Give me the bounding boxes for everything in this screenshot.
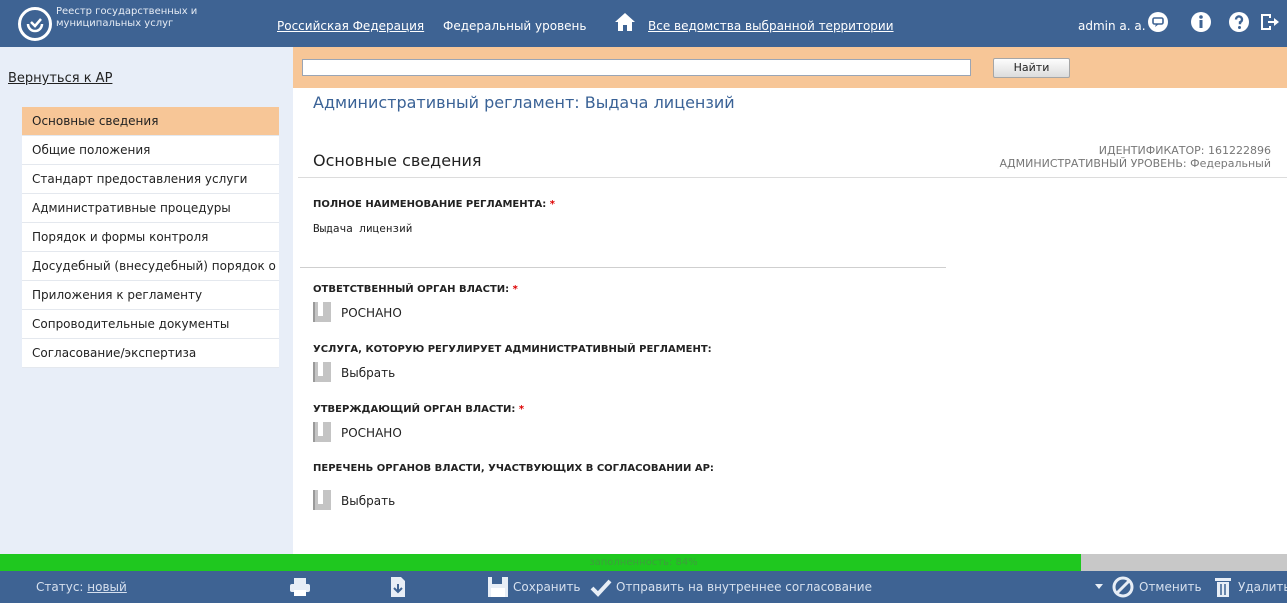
sidebar-item-documents[interactable]: Сопроводительные документы	[22, 310, 279, 339]
agreement-label: ПЕРЕЧЕНЬ ОРГАНОВ ВЛАСТИ, УЧАСТВУЮЩИХ В С…	[313, 463, 714, 474]
sidebar-nav: Основные сведения Общие положения Станда…	[22, 107, 279, 368]
service-label: УСЛУГА, КОТОРУЮ РЕГУЛИРУЕТ АДМИНИСТРАТИВ…	[313, 344, 712, 355]
identifier: ИДЕНТИФИКАТОР: 161222896	[1098, 144, 1271, 157]
send-for-approval-button[interactable]: Отправить на внутреннее согласование	[616, 580, 872, 594]
search-button[interactable]: Найти	[993, 58, 1070, 78]
app-title: Реестр государственных и муниципальных у…	[56, 6, 198, 29]
service-select[interactable]: Выбрать	[341, 366, 395, 380]
status-value[interactable]: новый	[87, 580, 127, 594]
agreement-select[interactable]: Выбрать	[341, 494, 395, 508]
home-icon[interactable]	[614, 11, 636, 33]
check-icon[interactable]	[590, 576, 612, 598]
approving-label: УТВЕРЖДАЮЩИЙ ОРГАН ВЛАСТИ: *	[313, 404, 525, 415]
trash-icon[interactable]	[1213, 576, 1233, 598]
book-icon[interactable]	[313, 302, 331, 322]
sidebar-item-control[interactable]: Порядок и формы контроля	[22, 223, 279, 252]
bottom-toolbar: Статус: новый Сохранить Отправить на вну…	[0, 571, 1287, 603]
page-title: Административный регламент: Выдача лицен…	[313, 93, 735, 112]
info-icon[interactable]	[1190, 11, 1212, 33]
approving-value: РОСНАНО	[341, 426, 402, 440]
logo-icon[interactable]	[18, 7, 52, 41]
chevron-down-icon[interactable]	[1094, 583, 1104, 591]
save-icon[interactable]	[487, 576, 509, 598]
sidebar-item-approval[interactable]: Согласование/экспертиза	[22, 339, 279, 368]
cancel-icon[interactable]	[1112, 576, 1134, 598]
sidebar-item-service-standard[interactable]: Стандарт предоставления услуги	[22, 165, 279, 194]
search-bar: Найти	[293, 47, 1287, 88]
export-icon[interactable]	[388, 576, 408, 598]
sidebar-item-basic-info[interactable]: Основные сведения	[22, 107, 279, 136]
sidebar-item-admin-procedures[interactable]: Административные процедуры	[22, 194, 279, 223]
full-name-value[interactable]: Выдача лицензий	[313, 222, 412, 235]
field-divider	[300, 267, 946, 268]
full-name-label: ПОЛНОЕ НАИМЕНОВАНИЕ РЕГЛАМЕНТА: *	[313, 199, 555, 210]
agencies-link[interactable]: Все ведомства выбранной территории	[648, 19, 894, 33]
status-label: Статус:	[36, 580, 84, 594]
sidebar: Вернуться к АР Основные сведения Общие п…	[0, 47, 293, 554]
section-title: Основные сведения	[313, 151, 482, 170]
delete-button[interactable]: Удалить	[1238, 580, 1287, 594]
top-bar: Реестр государственных и муниципальных у…	[0, 0, 1287, 47]
responsible-value: РОСНАНО	[341, 306, 402, 320]
chat-icon[interactable]	[1147, 11, 1169, 33]
sidebar-item-general-provisions[interactable]: Общие положения	[22, 136, 279, 165]
cancel-button[interactable]: Отменить	[1139, 580, 1202, 594]
sidebar-item-pretrial[interactable]: Досудебный (внесудебный) порядок о	[22, 252, 279, 281]
book-icon[interactable]	[313, 362, 331, 382]
book-icon[interactable]	[313, 422, 331, 442]
completion-progress: заполненность: 84%	[0, 554, 1287, 571]
back-to-ar-link[interactable]: Вернуться к АР	[8, 71, 112, 86]
logout-icon[interactable]	[1258, 11, 1280, 33]
level-label[interactable]: Федеральный уровень	[443, 19, 586, 33]
meta-info: ИДЕНТИФИКАТОР: 161222896 АДМИНИСТРАТИВНЫ…	[1000, 144, 1271, 170]
user-name[interactable]: admin a. a.	[1078, 19, 1146, 33]
search-input[interactable]	[302, 59, 971, 76]
help-icon[interactable]	[1228, 11, 1250, 33]
section-divider	[298, 177, 1287, 178]
progress-text: заполненность: 84%	[589, 557, 698, 568]
status: Статус: новый	[36, 580, 127, 594]
admin-level: АДМИНИСТРАТИВНЫЙ УРОВЕНЬ: Федеральный	[999, 157, 1271, 170]
sidebar-item-appendices[interactable]: Приложения к регламенту	[22, 281, 279, 310]
book-icon[interactable]	[313, 490, 331, 510]
region-link[interactable]: Российская Федерация	[277, 19, 424, 33]
responsible-label: ОТВЕТСТВЕННЫЙ ОРГАН ВЛАСТИ: *	[313, 284, 518, 295]
save-button[interactable]: Сохранить	[513, 580, 581, 594]
print-icon[interactable]	[288, 576, 312, 598]
